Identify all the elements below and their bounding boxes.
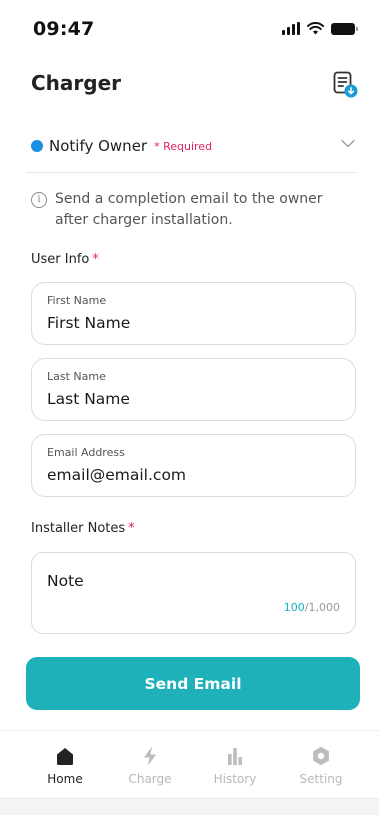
user-info-label: User Info * [31, 252, 99, 267]
required-star: * [92, 252, 99, 267]
email-label: Email Address [47, 446, 125, 459]
tab-label: History [213, 772, 257, 786]
home-icon [57, 748, 73, 765]
note-value: Note [47, 572, 84, 590]
last-name-field[interactable]: Last Name Last Name [31, 358, 356, 421]
installer-notes-label: Installer Notes * [31, 521, 135, 536]
tab-label: Home [47, 772, 83, 786]
document-download-icon [333, 71, 358, 98]
installer-notes-field[interactable]: Note 100/1,000 [31, 552, 356, 634]
send-email-button[interactable]: Send Email [26, 657, 360, 710]
character-count: 100 [283, 601, 305, 614]
chevron-down-icon [341, 139, 355, 148]
first-name-label: First Name [47, 294, 107, 307]
bar-chart-icon [228, 748, 242, 765]
tab-home[interactable]: Home [30, 745, 100, 791]
tab-label: Charge [128, 772, 172, 786]
last-name-value: Last Name [47, 390, 130, 408]
gear-icon [313, 746, 329, 766]
first-name-field[interactable]: First Name First Name [31, 282, 356, 345]
status-time: 09:47 [33, 18, 95, 40]
wifi-icon [307, 22, 324, 35]
info-icon: i [31, 192, 47, 208]
email-field[interactable]: Email Address email@email.com [31, 434, 356, 497]
tab-charge[interactable]: Charge [115, 745, 185, 791]
installer-notes-label-text: Installer Notes [31, 521, 126, 536]
section-indicator-dot [31, 140, 43, 152]
tab-history[interactable]: History [200, 745, 270, 791]
bolt-icon [144, 746, 156, 766]
required-label: * Required [154, 139, 213, 153]
info-message: i Send a completion email to the owner a… [31, 189, 351, 231]
info-text-line: Send a completion email to the owner [55, 191, 323, 207]
last-name-label: Last Name [47, 370, 106, 383]
notify-owner-section[interactable]: Notify Owner * Required [31, 134, 357, 158]
tab-setting[interactable]: Setting [286, 745, 356, 791]
tab-label: Setting [299, 772, 343, 786]
tab-bar: Home Charge History Setting [0, 730, 379, 798]
document-download-button[interactable] [333, 71, 359, 99]
first-name-value: First Name [47, 314, 131, 332]
home-indicator-area [0, 798, 379, 815]
status-bar: 09:47 [0, 0, 379, 52]
required-star: * [128, 521, 135, 536]
character-max: /1,000 [304, 601, 340, 614]
user-info-label-text: User Info [31, 252, 90, 267]
info-text: Send a completion email to the owner aft… [55, 189, 323, 231]
section-title: Notify Owner [49, 137, 148, 155]
signal-icon [282, 22, 300, 35]
character-counter: 100/1,000 [284, 601, 340, 614]
battery-icon [331, 22, 358, 35]
status-icons [282, 22, 358, 35]
page-title: Charger [31, 71, 122, 95]
email-value: email@email.com [47, 466, 187, 484]
header: Charger [0, 52, 379, 114]
divider [26, 172, 356, 173]
info-text-line: after charger installation. [55, 212, 233, 228]
